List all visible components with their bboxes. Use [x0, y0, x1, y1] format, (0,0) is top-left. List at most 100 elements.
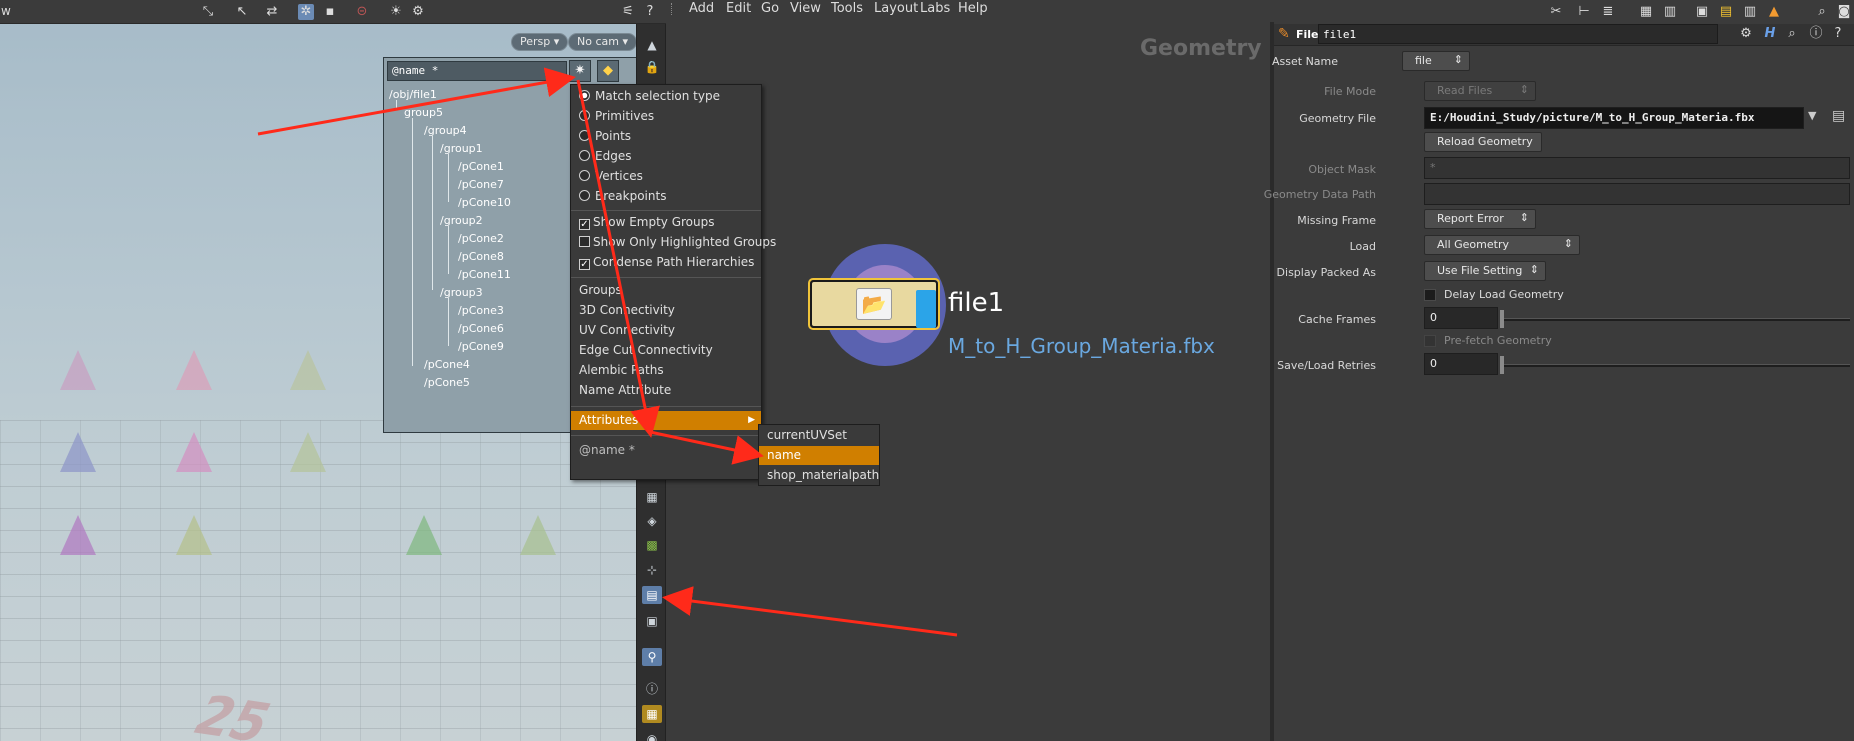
menu-labs[interactable]: Labs: [920, 1, 950, 16]
menu-item-radio[interactable]: Points: [571, 127, 761, 146]
transform-tool-icon[interactable]: ⇄: [264, 4, 280, 20]
submenu-item-currentuvset[interactable]: currentUVSet: [759, 426, 879, 445]
menu-item-radio[interactable]: Primitives: [571, 107, 761, 126]
tree-item[interactable]: /pCone6: [458, 322, 504, 335]
menu-item[interactable]: Edge Cut Connectivity: [571, 341, 761, 360]
dropdown-arrow-icon[interactable]: ▼: [1808, 109, 1816, 122]
view-tool-icon[interactable]: ✲: [298, 4, 314, 20]
tree-item[interactable]: /pCone11: [458, 268, 511, 281]
menu-item-checkbox[interactable]: Show Only Highlighted Groups: [571, 233, 776, 252]
color-icon[interactable]: ▥: [1742, 4, 1758, 20]
group-filter-input[interactable]: @name *: [387, 61, 567, 81]
bucket-icon[interactable]: ▲: [1766, 4, 1782, 20]
tree-item[interactable]: /pCone1: [458, 160, 504, 173]
record-icon[interactable]: ⊝: [354, 4, 370, 20]
info-icon[interactable]: ⓘ: [1808, 26, 1824, 42]
reload-geometry-button[interactable]: Reload Geometry: [1424, 132, 1542, 152]
file-browse-icon[interactable]: ▤: [1832, 108, 1845, 124]
menu-item-checkbox[interactable]: ✓ Show Empty Groups: [571, 213, 761, 232]
checker-icon[interactable]: ▦: [642, 488, 662, 506]
menu-item-attributes[interactable]: Attributes ▶: [571, 411, 761, 430]
tree-item[interactable]: /group4: [424, 124, 467, 137]
tree-item[interactable]: /pCone2: [458, 232, 504, 245]
menu-item[interactable]: UV Connectivity: [571, 321, 761, 340]
info-icon[interactable]: ⓘ: [642, 680, 662, 698]
menu-item[interactable]: Groups: [571, 281, 761, 300]
delay-load-checkbox[interactable]: [1424, 289, 1436, 301]
menu-item-radio[interactable]: Edges: [571, 147, 761, 166]
tree-item[interactable]: /group2: [440, 214, 483, 227]
submenu-item-name[interactable]: name: [759, 446, 879, 465]
menu-go[interactable]: Go: [761, 1, 779, 16]
group-list-icon[interactable]: ▤: [642, 586, 662, 604]
tree-item[interactable]: /pCone7: [458, 178, 504, 191]
tree-item[interactable]: /pCone5: [424, 376, 470, 389]
tree-item[interactable]: group5: [404, 106, 443, 119]
options-icon[interactable]: ⚟: [620, 4, 636, 20]
tree-item[interactable]: /pCone4: [424, 358, 470, 371]
menu-layout[interactable]: Layout: [874, 1, 918, 16]
grid-layout-icon[interactable]: ▦: [642, 705, 662, 723]
save-load-retries-field[interactable]: 0: [1424, 353, 1498, 375]
search-params-icon[interactable]: ⌕: [1784, 26, 1800, 42]
menu-add[interactable]: Add: [689, 1, 714, 16]
help-icon[interactable]: ?: [1830, 26, 1846, 42]
missing-frame-dropdown[interactable]: Report Error ⇕: [1424, 209, 1536, 229]
shaded-icon[interactable]: ◈: [642, 512, 662, 530]
select-tool-icon[interactable]: ⤡: [200, 4, 216, 20]
gear-icon[interactable]: ✷: [569, 60, 591, 82]
grid-icon[interactable]: ▦: [1638, 4, 1654, 20]
cache-frames-field[interactable]: 0: [1424, 307, 1498, 329]
gear-icon[interactable]: ⚙: [1738, 26, 1754, 42]
search-icon[interactable]: ⌕: [1814, 4, 1830, 20]
menu-tools[interactable]: Tools: [831, 1, 863, 16]
persp-camera-button[interactable]: Persp ▾: [511, 33, 569, 51]
menu-item[interactable]: Alembic Paths: [571, 361, 761, 380]
menu-item-radio[interactable]: Match selection type: [571, 87, 761, 106]
list-icon[interactable]: ≣: [1600, 4, 1616, 20]
window-icon[interactable]: ◙: [1836, 4, 1852, 20]
image-view-icon[interactable]: ▣: [1694, 4, 1710, 20]
menu-item-radio[interactable]: Breakpoints: [571, 187, 761, 206]
no-cam-button[interactable]: No cam ▾: [568, 33, 637, 51]
move-tool-icon[interactable]: ↖: [234, 4, 250, 20]
menu-item[interactable]: Name Attribute: [571, 381, 761, 400]
submenu-item-shop-materialpath[interactable]: shop_materialpath: [759, 466, 879, 485]
display-packed-dropdown[interactable]: Use File Setting ⇕: [1424, 261, 1546, 281]
save-load-retries-slider-knob[interactable]: [1500, 356, 1504, 374]
asset-name-dropdown[interactable]: file ⇕: [1402, 51, 1470, 71]
menu-help[interactable]: Help: [958, 1, 988, 16]
arrow-up-icon[interactable]: ▲: [642, 36, 662, 54]
menu-edit[interactable]: Edit: [726, 1, 751, 16]
save-load-retries-slider[interactable]: [1500, 364, 1850, 367]
tree-item[interactable]: /pCone9: [458, 340, 504, 353]
highlight-diamond-icon[interactable]: ◆: [597, 60, 619, 82]
camera-icon[interactable]: ◉: [642, 730, 662, 741]
axes-icon[interactable]: ⊹: [642, 561, 662, 579]
tree-icon[interactable]: ⊢: [1576, 4, 1592, 20]
houdini-help-icon[interactable]: H: [1762, 26, 1778, 42]
load-dropdown[interactable]: All Geometry ⇕: [1424, 235, 1580, 255]
tree-item[interactable]: /pCone10: [458, 196, 511, 209]
tree-item[interactable]: /group3: [440, 286, 483, 299]
menu-item[interactable]: 3D Connectivity: [571, 301, 761, 320]
table-icon[interactable]: ▥: [1662, 4, 1678, 20]
tools-icon[interactable]: ✂: [1548, 4, 1564, 20]
sticky-note-icon[interactable]: ▤: [1718, 4, 1734, 20]
cache-frames-slider[interactable]: [1500, 318, 1850, 321]
display-icon[interactable]: ⚙: [410, 4, 426, 20]
lights-icon[interactable]: ☀: [388, 4, 404, 20]
tree-item[interactable]: /group1: [440, 142, 483, 155]
geometry-data-path-field[interactable]: [1424, 183, 1850, 205]
object-mask-field[interactable]: *: [1424, 157, 1850, 179]
lock-icon[interactable]: 🔒: [642, 58, 662, 76]
help-icon[interactable]: ?: [642, 4, 658, 20]
tree-item[interactable]: /pCone8: [458, 250, 504, 263]
menu-item-checkbox[interactable]: ✓ Condense Path Hierarchies: [571, 253, 761, 272]
menu-item-radio[interactable]: Vertices: [571, 167, 761, 186]
snap-icon[interactable]: ▪: [322, 4, 338, 20]
cache-frames-slider-knob[interactable]: [1500, 310, 1504, 328]
prefetch-checkbox[interactable]: [1424, 335, 1436, 347]
image-icon[interactable]: ▣: [642, 612, 662, 630]
texture-icon[interactable]: ▩: [642, 536, 662, 554]
